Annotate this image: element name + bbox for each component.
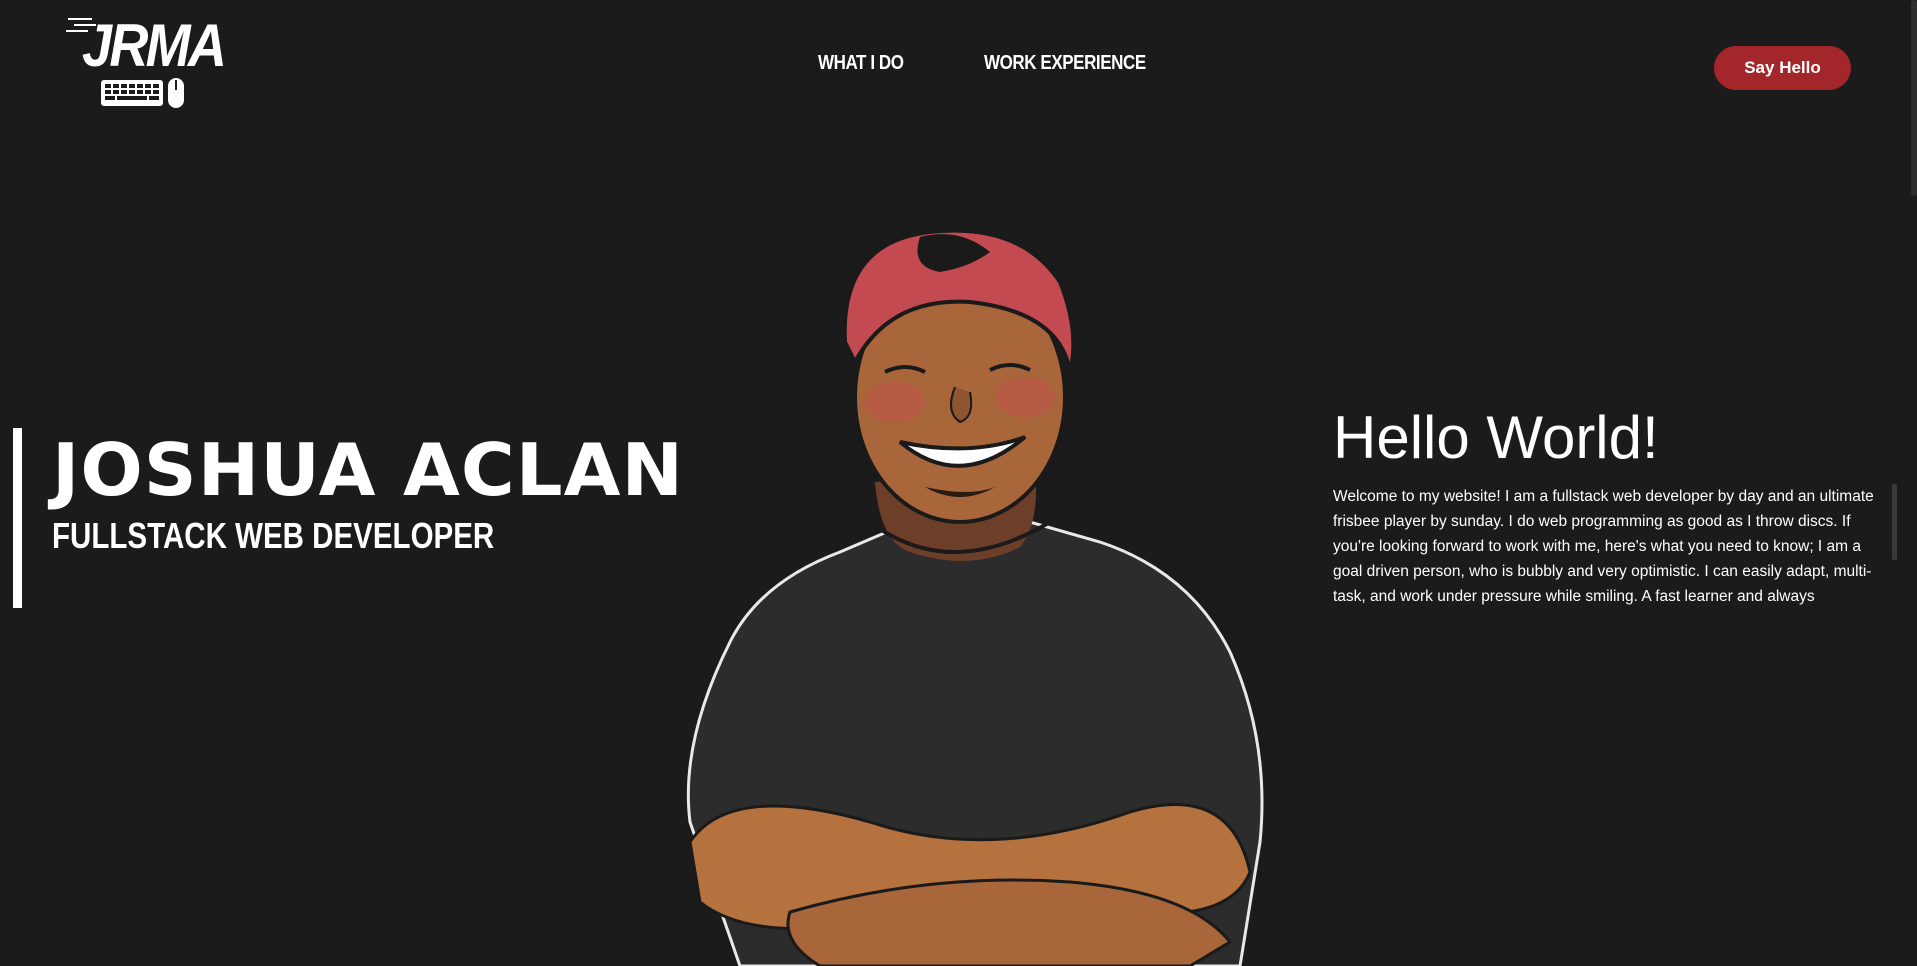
nav-what-i-do[interactable]: WHAT I DO (818, 52, 904, 75)
nav-work-experience[interactable]: WORK EXPERIENCE (984, 52, 1146, 75)
illustrated-portrait-icon (686, 228, 1264, 966)
hero-name: JOSHUA ACLAN (52, 428, 684, 512)
about-scrollbar[interactable] (1892, 484, 1897, 560)
page-scrollbar[interactable] (1911, 0, 1917, 196)
about-text[interactable]: Welcome to my website! I am a fullstack … (1333, 484, 1893, 610)
say-hello-button[interactable]: Say Hello (1714, 46, 1851, 90)
hero-accent-bar (13, 428, 22, 608)
main-nav: WHAT I DO WORK EXPERIENCE (0, 52, 1917, 82)
about-title: Hello World! (1333, 404, 1659, 471)
hero-role: FULLSTACK WEB DEVELOPER (52, 515, 495, 556)
